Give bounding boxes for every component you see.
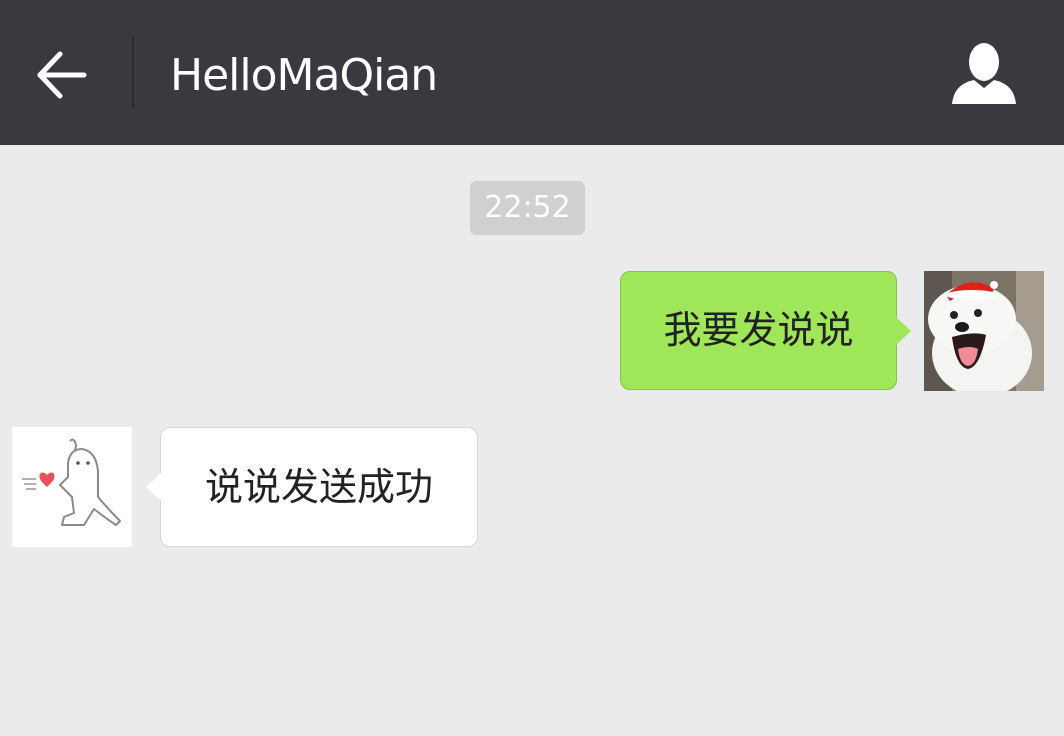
cartoon-character-heart-avatar: [12, 427, 132, 547]
chat-area[interactable]: 22:52 我要发说说 说说发送成功: [0, 145, 1064, 736]
friend-avatar[interactable]: [12, 427, 132, 547]
profile-button[interactable]: [944, 38, 1024, 110]
back-button[interactable]: [22, 40, 102, 110]
outgoing-message-text: 我要发说说: [663, 308, 854, 352]
bubble-tail: [146, 473, 161, 501]
arrow-left-icon: [37, 51, 87, 99]
top-bar: HelloMaQian: [0, 0, 1064, 145]
my-avatar[interactable]: [924, 271, 1044, 391]
incoming-message-text: 说说发送成功: [204, 465, 433, 509]
header-divider: [132, 37, 134, 108]
bubble-tail: [896, 317, 911, 345]
message-timestamp: 22:52: [470, 181, 585, 235]
samoyed-dog-santa-hat-avatar: [924, 271, 1044, 391]
incoming-message-bubble[interactable]: 说说发送成功: [146, 427, 478, 547]
outgoing-message-bubble[interactable]: 我要发说说: [620, 271, 911, 390]
user-profile-icon: [952, 43, 1016, 104]
chat-title: HelloMaQian: [170, 50, 438, 101]
